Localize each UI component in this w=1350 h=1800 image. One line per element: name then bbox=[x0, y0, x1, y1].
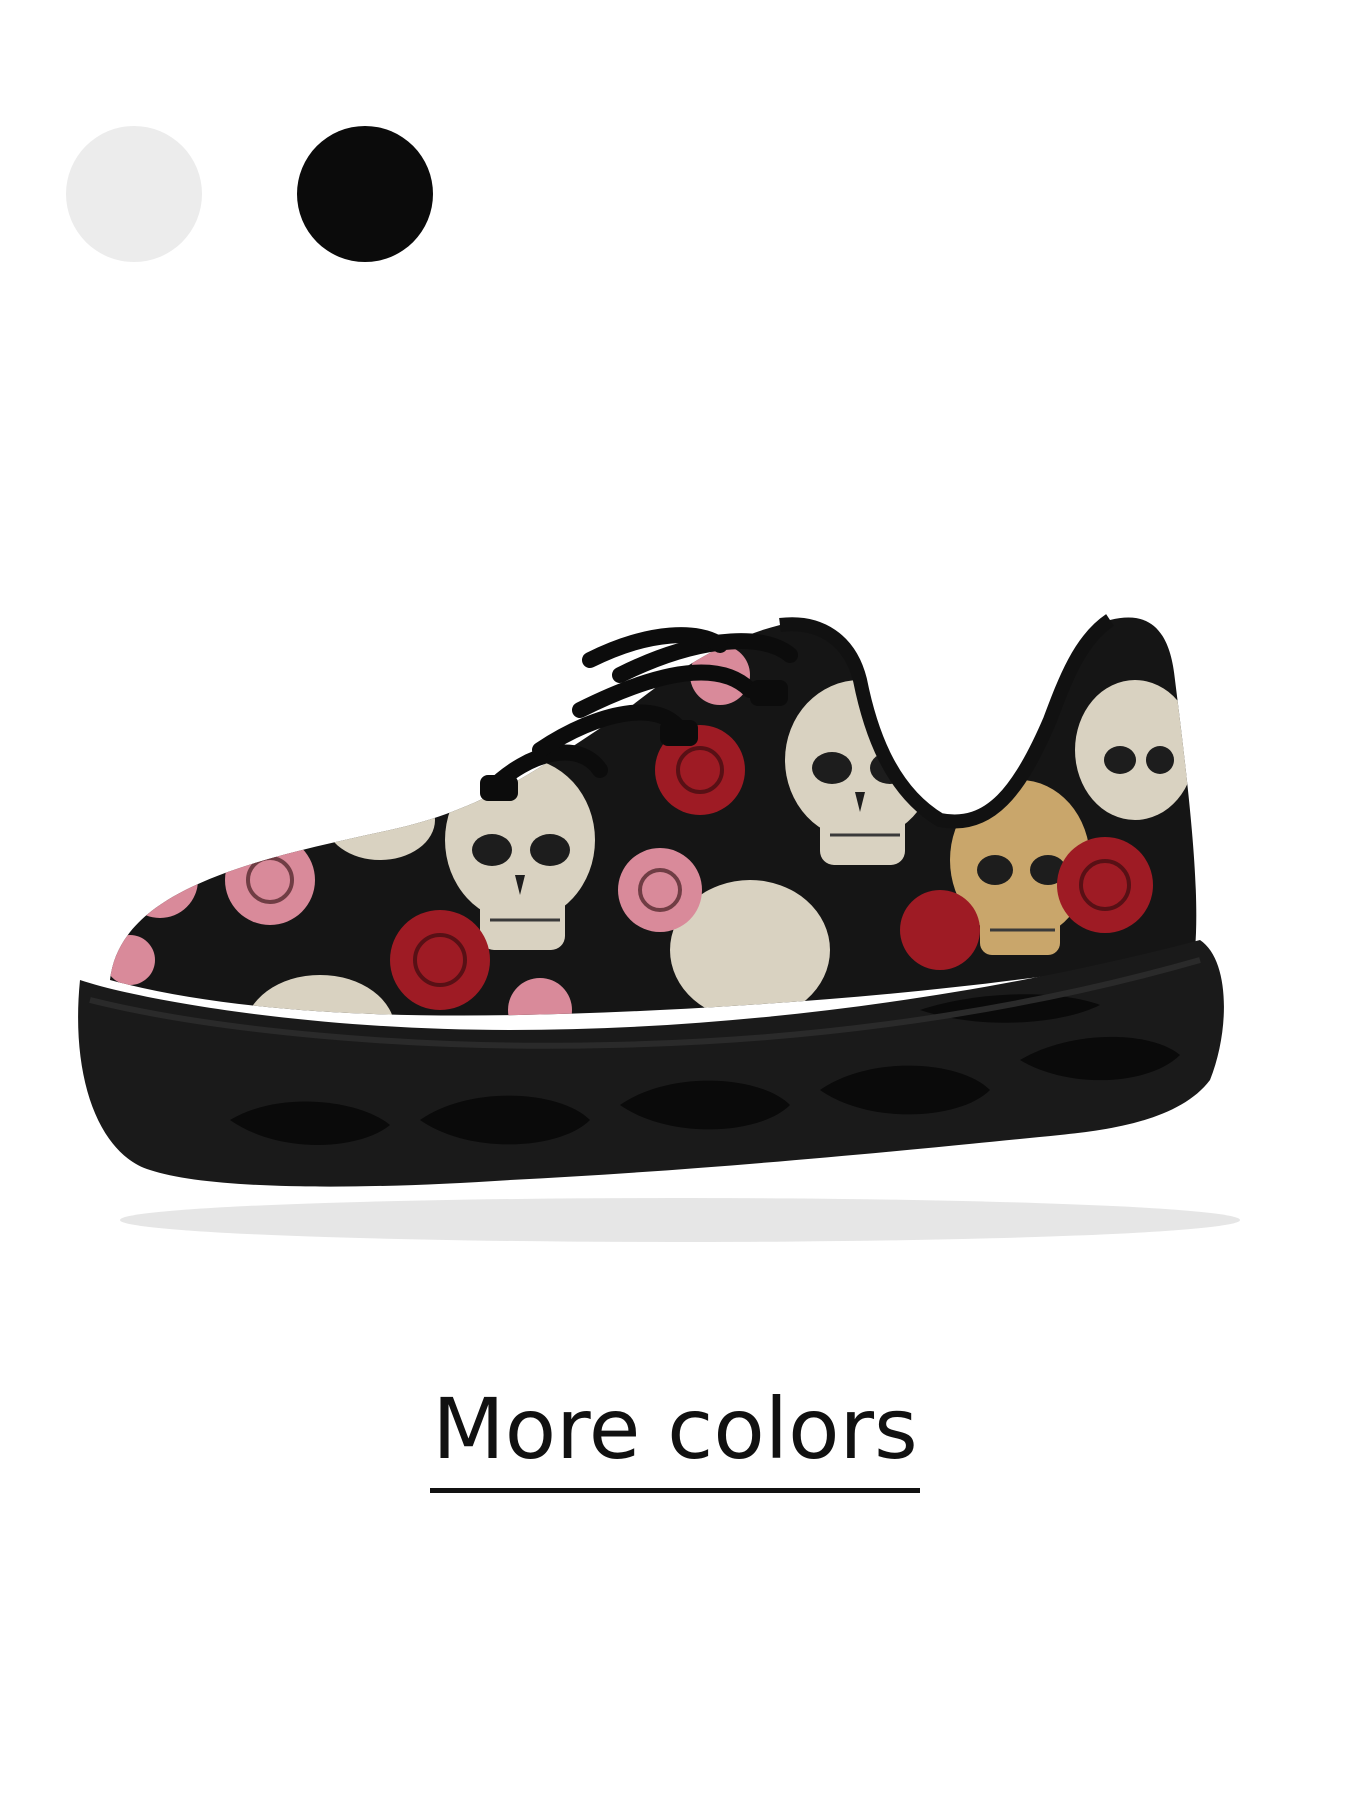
color-swatch-white[interactable] bbox=[66, 126, 202, 262]
more-colors-link[interactable]: More colors bbox=[430, 1370, 920, 1493]
sneaker-product-image bbox=[78, 614, 1240, 1242]
color-swatch-black[interactable] bbox=[297, 126, 433, 262]
